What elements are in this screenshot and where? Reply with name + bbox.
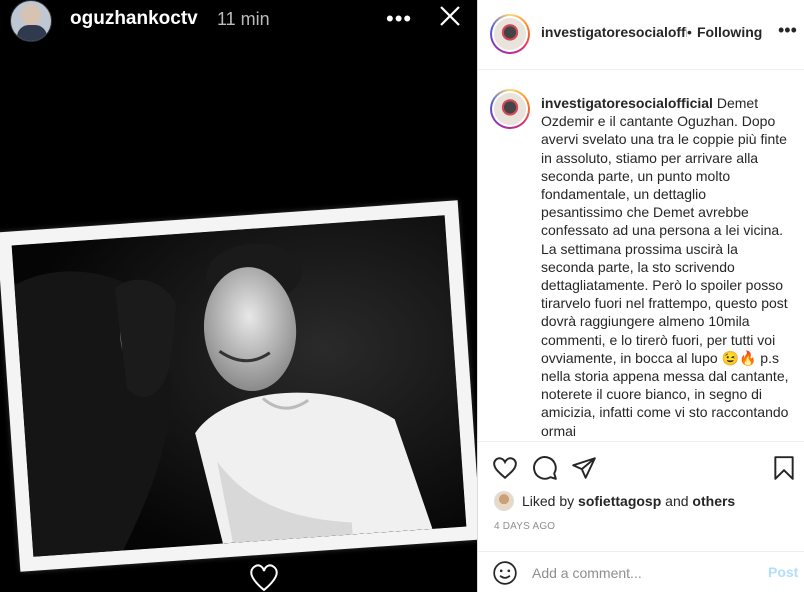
story-more-options-icon[interactable]: •••: [386, 6, 412, 32]
caption-avatar[interactable]: [490, 89, 530, 129]
bookmark-icon[interactable]: [771, 455, 797, 481]
share-icon[interactable]: [571, 455, 597, 481]
heart-sticker-icon: [250, 564, 278, 592]
story-username[interactable]: oguzhankoctv: [70, 8, 198, 30]
story-avatar[interactable]: [10, 0, 52, 42]
story-time: 11 min: [217, 9, 270, 29]
emoji-icon[interactable]: [492, 560, 518, 586]
post-timestamp[interactable]: 4 DAYS AGO: [494, 521, 555, 532]
liked-by-prefix: Liked by: [522, 493, 575, 509]
caption-username[interactable]: investigatoresocialofficial: [541, 95, 713, 111]
separator-dot: •: [687, 24, 692, 40]
story-photo: [11, 215, 467, 557]
post-actions: Liked by sofiettagosp and others 4 DAYS …: [478, 441, 804, 592]
like-heart-icon[interactable]: [492, 455, 518, 481]
author-username[interactable]: investigatoresocialofficial: [541, 24, 687, 40]
caption: investigatoresocialofficial Demet Ozdemi…: [541, 94, 789, 440]
following-button[interactable]: Following: [697, 24, 762, 40]
author-avatar[interactable]: [490, 14, 530, 54]
liked-by-row: Liked by sofiettagosp and others: [494, 490, 735, 512]
post-comment-button[interactable]: Post: [768, 564, 798, 580]
story-media-pane: oguzhankoctv 11 min •••: [0, 0, 477, 592]
post-info-pane: investigatoresocialofficial • Following …: [477, 0, 804, 592]
liked-by-and: and: [665, 493, 689, 509]
polaroid-photo: [0, 200, 477, 572]
liker-avatar[interactable]: [494, 491, 514, 511]
post-header: investigatoresocialofficial • Following …: [478, 0, 804, 70]
more-options-icon[interactable]: •••: [778, 20, 797, 41]
add-comment-bar: Post: [478, 551, 804, 592]
caption-body: Demet Ozdemir e il cantante Oguzhan. Dop…: [541, 95, 789, 439]
liked-by-others-link[interactable]: others: [692, 493, 735, 509]
caption-area: investigatoresocialofficial Demet Ozdemi…: [478, 71, 804, 440]
close-icon[interactable]: [438, 4, 462, 28]
comment-icon[interactable]: [532, 455, 558, 481]
story-header: oguzhankoctv 11 min •••: [0, 0, 477, 44]
liker-username[interactable]: sofiettagosp: [578, 493, 661, 509]
comment-input[interactable]: [532, 562, 752, 584]
